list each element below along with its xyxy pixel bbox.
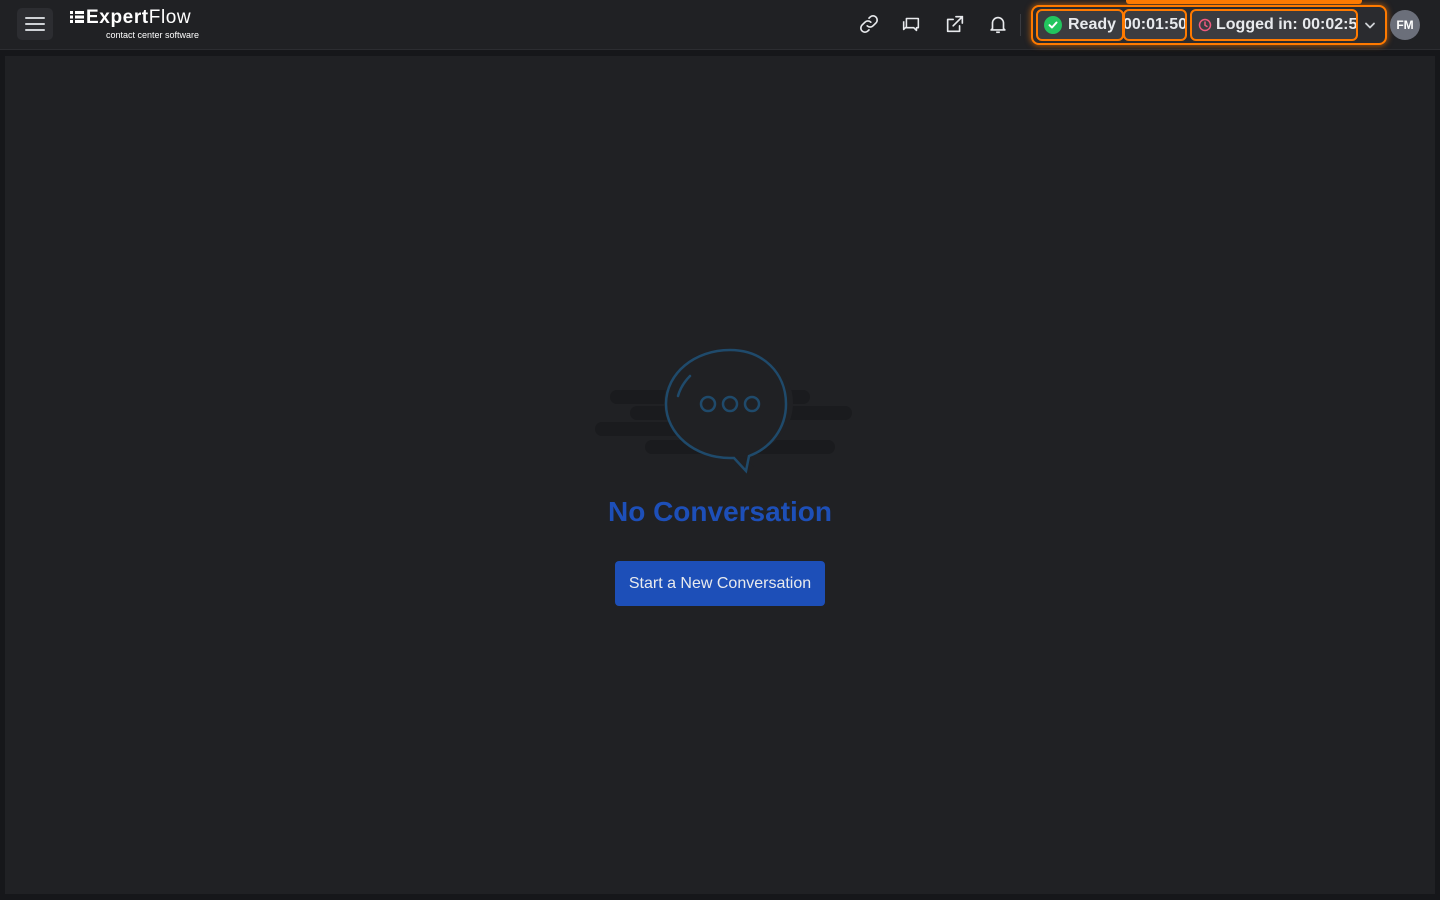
- chat-bubble-illustration-icon: [595, 348, 852, 474]
- bell-icon[interactable]: [986, 12, 1010, 36]
- agent-state-label: Ready: [1068, 16, 1117, 33]
- chevron-down-icon[interactable]: [1359, 12, 1381, 38]
- check-circle-icon: [1044, 16, 1062, 34]
- share-external-icon[interactable]: [943, 12, 967, 36]
- empty-state-title: No Conversation: [607, 496, 833, 527]
- logged-in-timer: Logged in: 00:02:53: [1190, 9, 1358, 41]
- expertflow-logo: ExpertFlow contact center software: [70, 6, 210, 42]
- logo-tagline: contact center software: [106, 30, 200, 40]
- logged-in-value: Logged in: 00:02:53: [1216, 16, 1358, 33]
- agent-state-button[interactable]: Ready: [1036, 9, 1124, 41]
- logo-wordmark: ExpertFlow: [86, 7, 192, 28]
- status-tooltip: [1126, 0, 1362, 4]
- clock-icon: [1198, 18, 1212, 32]
- main-content: No Conversation Start a New Conversation: [5, 56, 1435, 894]
- user-avatar[interactable]: FM: [1390, 10, 1420, 40]
- conversations-icon[interactable]: [899, 12, 923, 36]
- header-divider: [1020, 14, 1021, 36]
- logo-grid-icon: [70, 11, 84, 23]
- hamburger-menu-icon[interactable]: [17, 8, 53, 40]
- link-icon[interactable]: [857, 12, 881, 36]
- state-timer: 00:01:50: [1123, 9, 1187, 41]
- start-new-conversation-button[interactable]: Start a New Conversation: [615, 561, 825, 606]
- state-timer-value: 00:01:50: [1123, 16, 1187, 33]
